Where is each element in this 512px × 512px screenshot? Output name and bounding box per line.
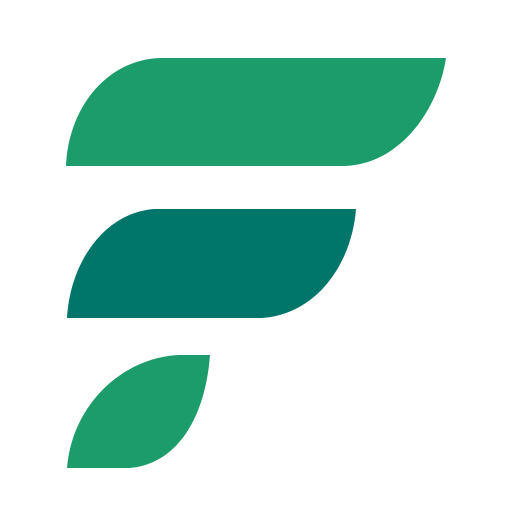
top-leaf-icon bbox=[66, 58, 446, 166]
leaf-f-logo-icon bbox=[66, 58, 446, 468]
logo-canvas bbox=[0, 0, 512, 512]
bottom-leaf-icon bbox=[67, 355, 210, 468]
middle-leaf-icon bbox=[67, 209, 356, 318]
